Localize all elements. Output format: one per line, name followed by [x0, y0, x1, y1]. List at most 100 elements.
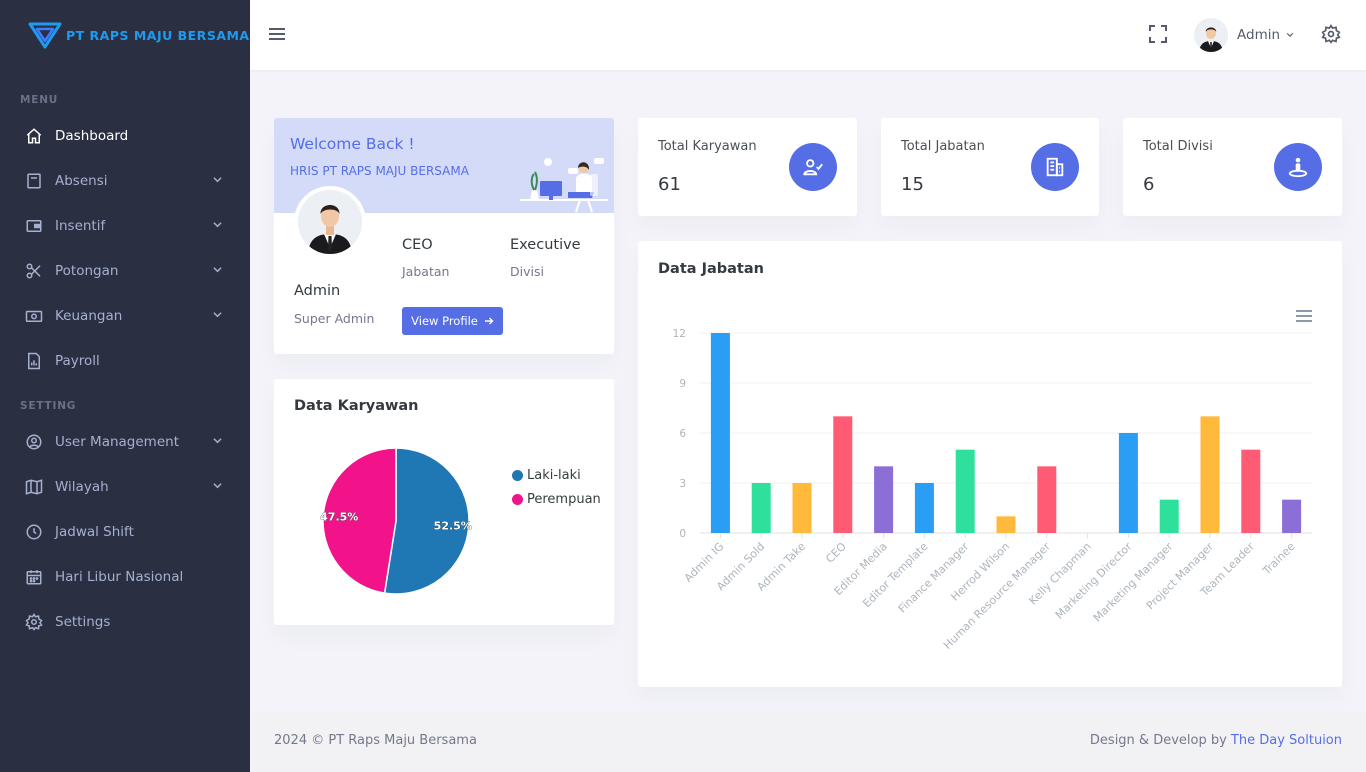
stat-title: Total Jabatan: [901, 139, 985, 154]
brand[interactable]: PT RAPS MAJU BERSAMA: [0, 0, 250, 70]
sidebar-item-jadwal-shift[interactable]: Jadwal Shift: [0, 509, 250, 554]
legend-item[interactable]: Laki-laki: [512, 468, 581, 483]
x-tick-label: Project Manager: [1144, 540, 1217, 613]
x-tick-label: Finance Manager: [896, 540, 972, 616]
chevron-down-icon: [213, 267, 222, 273]
stat-title: Total Divisi: [1143, 139, 1213, 154]
map-icon: [24, 477, 44, 497]
legend-marker: [512, 470, 523, 481]
menu-toggle-icon[interactable]: [268, 25, 286, 43]
bar-chart: 036912Admin IGAdmin SoldAdmin Take CEOEdi…: [673, 328, 1312, 652]
stat-value: 61: [658, 174, 681, 195]
profile-illustration: [520, 158, 608, 213]
stat-value: 15: [901, 174, 924, 195]
fullscreen-icon[interactable]: [1148, 24, 1168, 44]
footer-credit-link[interactable]: The Day Soltuion: [1231, 733, 1342, 748]
y-tick-label: 3: [679, 478, 686, 490]
bar[interactable]: [1118, 433, 1138, 533]
welcome-title: Welcome Back !: [290, 135, 415, 153]
scissors-icon: [24, 261, 44, 281]
profile-card: Welcome Back ! HRIS PT RAPS MAJU BERSAMA: [274, 118, 614, 354]
sidebar-item-dashboard[interactable]: Dashboard: [0, 113, 250, 158]
chevron-down-icon: [1286, 33, 1294, 37]
x-tick-label: Kelly Chapman: [1026, 540, 1093, 607]
legend-marker: [512, 494, 523, 505]
sidebar-item-user-management[interactable]: User Management: [0, 419, 250, 464]
x-tick-label: Trainee: [1260, 540, 1298, 578]
gear-icon: [24, 612, 44, 632]
calendar-grid-icon: [24, 567, 44, 587]
sidebar-item-insentif[interactable]: Insentif: [0, 203, 250, 248]
menu-section-title: MENU: [20, 94, 59, 106]
profile-role: Super Admin: [294, 311, 375, 326]
pie-data-label: 47.5%: [320, 511, 358, 524]
sidebar: PT RAPS MAJU BERSAMA MENU Dashboard Abse…: [0, 0, 250, 772]
chart-menu-icon[interactable]: [1296, 309, 1312, 323]
sidebar-item-absensi[interactable]: Absensi: [0, 158, 250, 203]
brand-name: PT RAPS MAJU BERSAMA: [66, 27, 250, 43]
bar[interactable]: [792, 483, 812, 533]
sidebar-item-potongan[interactable]: Potongan: [0, 248, 250, 293]
wallet-icon: [24, 216, 44, 236]
x-tick-label: Herrod Wilson: [948, 540, 1012, 604]
sidebar-item-label: Keuangan: [55, 307, 123, 324]
view-profile-label: View Profile: [411, 314, 478, 328]
sidebar-item-payroll[interactable]: Payroll: [0, 338, 250, 383]
x-tick-label: Admin IG: [682, 540, 727, 585]
card-title: Data Jabatan: [658, 261, 764, 277]
money-icon: [24, 306, 44, 326]
sidebar-item-label: Settings: [55, 613, 111, 630]
sidebar-item-keuangan[interactable]: Keuangan: [0, 293, 250, 338]
building-icon: [1031, 143, 1079, 191]
view-profile-button[interactable]: View Profile: [402, 307, 503, 335]
divisi-value: Executive: [510, 237, 581, 253]
bar[interactable]: [955, 449, 975, 533]
bar[interactable]: [874, 466, 894, 533]
bar[interactable]: [914, 483, 934, 533]
data-karyawan-card: Data Karyawan 52.5% 47.5% Laki-laki Perem…: [274, 379, 614, 625]
sidebar-item-label: Absensi: [55, 172, 108, 189]
bar[interactable]: [1241, 449, 1261, 533]
y-tick-label: 12: [673, 328, 686, 340]
user-circle-icon: [24, 432, 44, 452]
y-tick-label: 0: [679, 528, 686, 540]
sidebar-item-label: Dashboard: [55, 127, 129, 144]
card-title: Data Karyawan: [294, 398, 419, 414]
legend-item[interactable]: Perempuan: [512, 492, 601, 507]
clock-icon: [24, 522, 44, 542]
calendar-icon: [24, 171, 44, 191]
stat-card-jabatan: Total Jabatan 15: [881, 118, 1099, 216]
bar[interactable]: [1200, 416, 1220, 533]
jabatan-label: Jabatan: [402, 264, 450, 279]
bar[interactable]: [1282, 499, 1302, 533]
bar[interactable]: [751, 483, 771, 533]
data-jabatan-card: Data Jabatan 0 3 6 9 12 Admin IG Admin Sold Adm…: [638, 241, 1342, 687]
chevron-down-icon: [213, 312, 222, 318]
bar[interactable]: [710, 333, 730, 533]
sidebar-item-settings[interactable]: Settings: [0, 599, 250, 644]
bar[interactable]: [1037, 466, 1057, 533]
profile-name: Admin: [294, 283, 341, 299]
gear-icon[interactable]: [1321, 24, 1341, 44]
sidebar-item-label: Payroll: [55, 352, 100, 369]
user-name: Admin: [1237, 27, 1281, 43]
user-check-icon: [789, 143, 837, 191]
sidebar-item-label: Wilayah: [55, 478, 109, 495]
chevron-down-icon: [213, 483, 222, 489]
topbar: Admin: [250, 0, 1366, 70]
x-tick-label: Editor Template: [860, 540, 930, 610]
sidebar-item-label: Insentif: [55, 217, 106, 234]
sidebar-item-hari-libur[interactable]: Hari Libur Nasional: [0, 554, 250, 599]
legend-label: Perempuan: [527, 492, 601, 507]
x-tick-label: Editor Media: [832, 540, 890, 598]
bar[interactable]: [1159, 499, 1179, 533]
bar[interactable]: [996, 516, 1016, 533]
bar[interactable]: [833, 416, 853, 533]
footer-credit: Design & Develop by The Day Soltuion: [1090, 733, 1342, 748]
sidebar-item-wilayah[interactable]: Wilayah: [0, 464, 250, 509]
user-dropdown[interactable]: Admin: [1194, 18, 1294, 52]
x-tick-label: CEO: [823, 540, 849, 566]
sidebar-item-label: Hari Libur Nasional: [55, 568, 184, 585]
pie-data-label: 52.5%: [434, 519, 472, 532]
report-icon: [24, 351, 44, 371]
